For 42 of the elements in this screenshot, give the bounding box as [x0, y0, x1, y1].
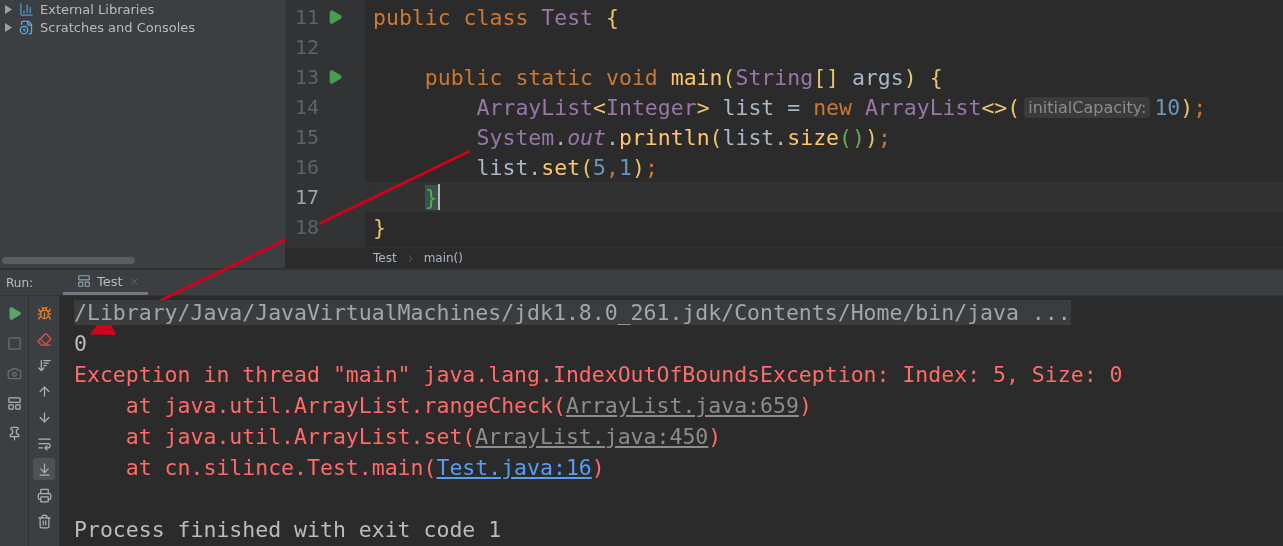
code-line: } [372, 214, 386, 240]
camera-icon [6, 365, 22, 381]
code-line: list.set(5,1); [475, 154, 658, 180]
stack-trace-line: at java.util.ArrayList.rangeCheck(ArrayList.java:659) [124, 392, 813, 420]
eraser-icon [36, 331, 52, 347]
stack-trace-line: at java.util.ArrayList.set(ArrayList.java:450) [124, 423, 723, 451]
source-link[interactable]: Test.java:16 [436, 455, 592, 480]
tree-item[interactable]: External Libraries [40, 1, 155, 17]
code-line: public class Test { [372, 4, 619, 30]
console-command: /Library/Java/JavaVirtualMachines/jdk1.8.0_261.jdk/Contents/Home/bin/java ... [74, 300, 1071, 325]
breadcrumb[interactable]: Test [373, 251, 397, 265]
stop-icon [6, 335, 22, 351]
console-line: 0 [74, 330, 88, 358]
run-label: Run: [5, 275, 35, 290]
toolbar-button[interactable] [33, 458, 55, 480]
stack-trace-line: at cn.silince.Test.main(Test.java:16) [124, 454, 606, 482]
sort-icon [36, 357, 52, 373]
down-arrow-icon [36, 409, 52, 425]
library-icon [19, 1, 34, 17]
trash-icon [36, 513, 52, 529]
expand-arrow-icon[interactable] [4, 4, 13, 14]
tree-item[interactable]: Scratches and Consoles [40, 19, 196, 35]
pin-icon [6, 425, 22, 441]
run-icon[interactable] [327, 9, 343, 25]
code-line: System.out.println(list.size()); [475, 124, 891, 150]
run-icon [6, 305, 22, 321]
console-window-icon [77, 274, 92, 288]
scrollbar[interactable] [2, 257, 135, 264]
code-line: public static void main(String[] args) { [423, 64, 943, 90]
layout-icon [6, 395, 22, 411]
scratch-file-icon [19, 19, 34, 35]
breadcrumb[interactable]: main() [423, 251, 463, 265]
run-icon[interactable] [327, 69, 343, 85]
console-line: Process finished with exit code 1 [74, 516, 503, 544]
source-link[interactable]: ArrayList.java:659 [565, 393, 799, 418]
expand-arrow-icon[interactable] [4, 22, 13, 32]
error-line: Exception in thread "main" java.lang.IndexOutOfBoundsException: Index: 5, Size: 0 [74, 361, 1124, 389]
soft-wrap-icon [36, 435, 52, 451]
source-link[interactable]: ArrayList.java:450 [475, 424, 709, 449]
print-icon [36, 487, 52, 503]
bug-icon [36, 305, 52, 321]
code-line: ArrayList<Integer> list = new ArrayList<>( initialCapacity: 10); [475, 94, 1207, 120]
